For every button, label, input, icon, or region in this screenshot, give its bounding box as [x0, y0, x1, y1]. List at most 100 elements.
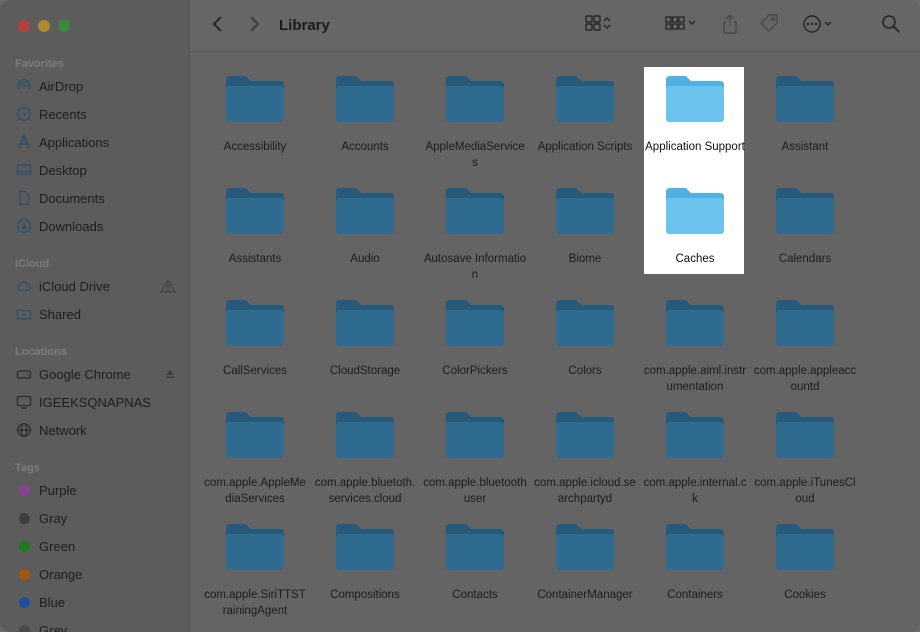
folder-item[interactable]: Assistants: [200, 164, 310, 276]
zoom-button[interactable]: [58, 20, 70, 32]
share-button[interactable]: [721, 13, 739, 35]
folder-icon: [444, 52, 506, 129]
folder-item[interactable]: CallServices: [200, 276, 310, 388]
folder-label: CallServices: [223, 365, 287, 377]
tag-dot-icon: [19, 540, 30, 552]
folder-label: com.apple.SiriTTSTrainingAgent: [204, 589, 306, 617]
folder-item[interactable]: com.apple.appleaccountd: [750, 276, 860, 393]
globe-icon: [16, 422, 32, 438]
folder-item[interactable]: com.apple.bluetoth.services.cloud: [310, 388, 420, 505]
sidebar-item-airdrop[interactable]: AirDrop: [16, 76, 176, 96]
back-button[interactable]: [212, 14, 224, 34]
sidebar-item-google-chrome[interactable]: Google Chrome: [16, 364, 176, 384]
tag-button[interactable]: [758, 14, 780, 34]
minimize-button[interactable]: [38, 20, 50, 32]
folder-item[interactable]: Containers: [640, 500, 750, 612]
tag-dot-icon: [19, 484, 30, 496]
chevron-updown-icon: [603, 17, 611, 29]
monitor-icon: [16, 394, 32, 410]
folder-item[interactable]: Accounts: [310, 52, 420, 164]
folder-item[interactable]: com.apple.iTunesCloud: [750, 388, 860, 505]
folder-item[interactable]: ColorPickers: [420, 276, 530, 388]
folder-item[interactable]: Assistant: [750, 52, 860, 164]
folder-item[interactable]: Compositions: [310, 500, 420, 612]
folder-item[interactable]: Colors: [530, 276, 640, 388]
folder-item[interactable]: ContainerManager: [530, 500, 640, 612]
folder-item[interactable]: Audio: [310, 164, 420, 276]
folder-icon: [334, 276, 396, 353]
folder-item[interactable]: Accessibility: [200, 52, 310, 164]
folder-item[interactable]: com.apple.internal.ck: [640, 388, 750, 505]
folder-item[interactable]: com.apple.aiml.instrumentation: [640, 276, 750, 393]
sidebar-item-network[interactable]: Network: [16, 420, 176, 440]
folder-item[interactable]: Biome: [530, 164, 640, 276]
folder-item[interactable]: com.apple.AppleMediaServices: [200, 388, 310, 505]
folder-item[interactable]: Contacts: [420, 500, 530, 612]
folder-icon: [664, 276, 726, 353]
desktop-icon: [16, 162, 32, 178]
folder-icon: [554, 500, 616, 577]
tag-item-green[interactable]: Green: [16, 536, 176, 556]
drive-icon: [16, 366, 32, 382]
section-locations-title: Locations: [15, 346, 67, 358]
folder-label: Cookies: [784, 589, 826, 601]
folder-item[interactable]: AppleMediaServices: [420, 52, 530, 169]
more-actions-button[interactable]: [802, 14, 834, 34]
close-button[interactable]: [18, 20, 30, 32]
sidebar-item-recents[interactable]: Recents: [16, 104, 176, 124]
folder-icon: [554, 52, 616, 129]
folder-item[interactable]: com.apple.SiriTTSTrainingAgent: [200, 500, 310, 617]
folder-label: Audio: [350, 253, 380, 265]
group-button[interactable]: [664, 14, 698, 32]
folder-label: Application Support: [645, 141, 745, 153]
folder-label: Application Scripts: [537, 141, 633, 153]
sidebar-item-documents[interactable]: Documents: [16, 188, 176, 208]
eject-icon[interactable]: [164, 368, 176, 380]
sidebar-item-desktop[interactable]: Desktop: [16, 160, 176, 180]
view-mode-button[interactable]: [584, 14, 612, 32]
folder-item[interactable]: Calendars: [750, 164, 860, 276]
tag-item-blue[interactable]: Blue: [16, 592, 176, 612]
tag-item-gray[interactable]: Gray: [16, 508, 176, 528]
search-button[interactable]: [881, 14, 901, 34]
sidebar-item-label: Desktop: [39, 162, 87, 178]
folder-item[interactable]: com.apple.icloud.searchpartyd: [530, 388, 640, 505]
sidebar-item-igeeksqnapnas[interactable]: IGEEKSQNAPNAS: [16, 392, 176, 412]
sidebar: Favorites iCloud Locations Tags AirDrop R…: [0, 0, 190, 632]
tag-item-orange[interactable]: Orange: [16, 564, 176, 584]
clock-icon: [16, 106, 32, 122]
sidebar-item-icloud-drive[interactable]: iCloud Drive: [16, 276, 176, 296]
sidebar-item-label: IGEEKSQNAPNAS: [39, 394, 151, 410]
folder-icon: [664, 164, 726, 241]
sidebar-item-downloads[interactable]: Downloads: [16, 216, 176, 236]
folder-item[interactable]: com.apple.bluetoothuser: [420, 388, 530, 505]
group-grid-icon: [665, 16, 685, 30]
tag-item-grey[interactable]: Grey: [16, 620, 176, 632]
folder-icon: [224, 52, 286, 129]
shared-folder-icon: [16, 306, 32, 322]
section-tags-title: Tags: [15, 462, 40, 474]
folder-item[interactable]: Application Support: [640, 52, 750, 164]
folder-label: Contacts: [452, 589, 498, 601]
page-title: Library: [279, 17, 330, 34]
chevron-right-icon: [250, 16, 260, 32]
folder-label: Assistants: [228, 253, 282, 265]
forward-button[interactable]: [248, 14, 260, 34]
folder-item[interactable]: CloudStorage: [310, 276, 420, 388]
folder-item[interactable]: Cookies: [750, 500, 860, 612]
tag-item-purple[interactable]: Purple: [16, 480, 176, 500]
sidebar-item-label: Downloads: [39, 218, 104, 234]
sidebar-item-applications[interactable]: Applications: [16, 132, 176, 152]
toolbar: Library: [190, 0, 920, 52]
section-icloud-title: iCloud: [15, 258, 50, 270]
folder-item[interactable]: Autosave Information: [420, 164, 530, 281]
folder-label: Assistant: [781, 141, 829, 153]
folder-item[interactable]: Caches: [640, 164, 750, 276]
folder-label: Accounts: [341, 141, 389, 153]
sidebar-item-shared[interactable]: Shared: [16, 304, 176, 324]
folder-item[interactable]: Application Scripts: [530, 52, 640, 164]
folder-icon: [774, 500, 836, 577]
warning-icon[interactable]: [160, 279, 176, 293]
folder-icon: [554, 276, 616, 353]
folder-icon: [224, 388, 286, 465]
